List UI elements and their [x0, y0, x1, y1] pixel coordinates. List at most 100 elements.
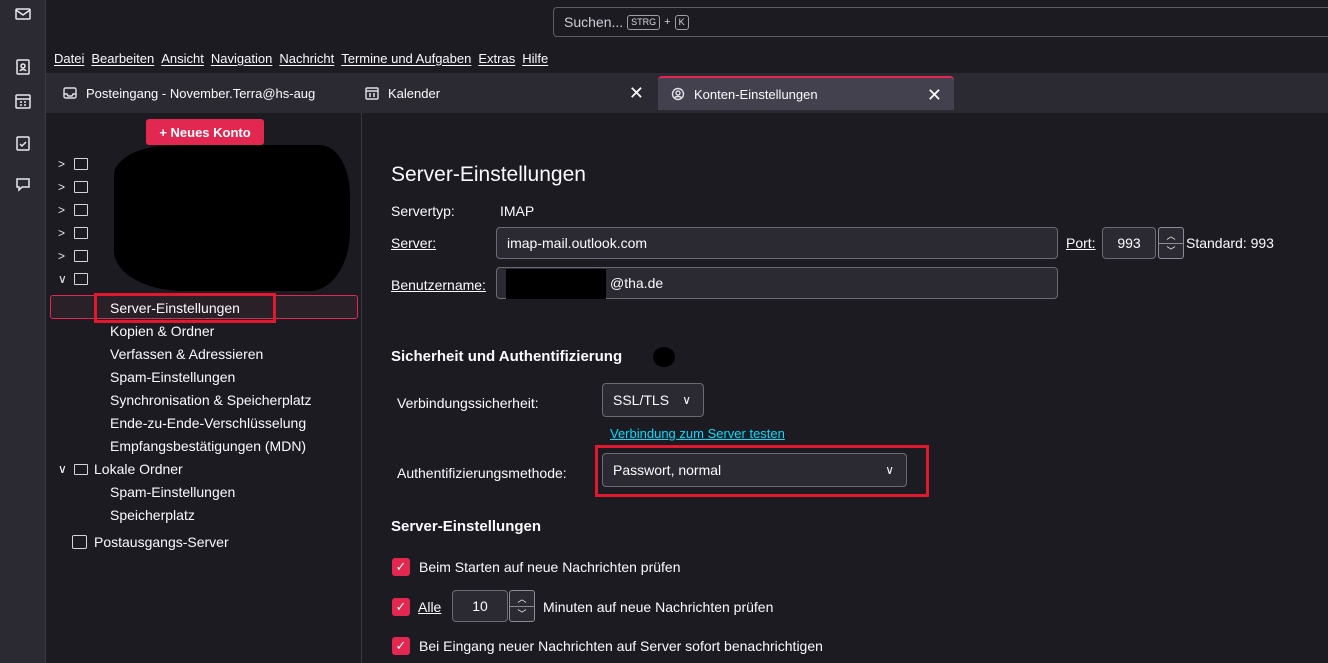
chevron-right-icon: > [58, 180, 66, 194]
account-icon [74, 273, 88, 285]
check-interval-checkbox[interactable]: ✓ [392, 598, 410, 616]
account-row[interactable]: > [58, 154, 88, 174]
chevron-up-icon[interactable]: ︿ [1159, 228, 1183, 244]
menu-nachricht[interactable]: Nachricht [279, 51, 334, 66]
sidebar-item-composition[interactable]: Verfassen & Adressieren [110, 343, 263, 365]
folder-icon [74, 463, 88, 475]
mail-icon[interactable] [9, 0, 37, 28]
test-connection-link[interactable]: Verbindung zum Server testen [610, 426, 785, 441]
chevron-down-icon[interactable]: ﹀ [1159, 244, 1183, 259]
server-settings-heading: Server-Einstellungen [391, 518, 542, 535]
tab-account-settings[interactable]: Konten-Einstellungen ✕ [658, 76, 954, 110]
security-heading: Sicherheit und Authentifizierung [391, 348, 623, 365]
server-label: Server: [391, 235, 437, 251]
sidebar-item-sync[interactable]: Synchronisation & Speicherplatz [110, 389, 312, 411]
spaces-toolbar [0, 0, 46, 663]
chevron-right-icon: > [58, 157, 66, 171]
account-tree: + Neues Konto > > > > > ∨ Server-Einstel… [46, 113, 362, 663]
username-label: Benutzername: [391, 277, 486, 293]
menu-navigation[interactable]: Navigation [211, 51, 272, 66]
check-startup-label: Beim Starten auf neue Nachrichten prüfen [419, 559, 681, 575]
calendar-icon [364, 85, 380, 101]
title-bar: Suchen... STRG + K [46, 0, 1328, 43]
annotation-highlight [94, 293, 276, 323]
check-interval-suffix: Minuten auf neue Nachrichten prüfen [543, 599, 774, 615]
chevron-down-icon[interactable]: ﹀ [510, 607, 534, 622]
account-row[interactable]: > [58, 200, 88, 220]
shortcut-key-k: K [674, 14, 689, 30]
outgoing-server-row[interactable]: Postausgangs-Server [72, 531, 229, 553]
annotation-highlight [595, 445, 929, 497]
outgoing-server-label: Postausgangs-Server [94, 534, 229, 550]
menu-hilfe[interactable]: Hilfe [522, 51, 548, 66]
server-type-value: IMAP [500, 203, 535, 219]
server-type-label: Servertyp: [391, 203, 455, 219]
page-title: Server-Einstellungen [391, 163, 586, 186]
menu-termine[interactable]: Termine und Aufgaben [341, 51, 471, 66]
shortcut-key-ctrl: STRG [627, 14, 661, 30]
shortcut-plus: + [664, 16, 671, 28]
chevron-down-icon: ∨ [682, 393, 691, 407]
chat-icon[interactable] [9, 170, 37, 198]
redaction-mark [506, 269, 606, 299]
tab-inbox[interactable]: Posteingang - November.Terra@hs-aug [50, 76, 348, 110]
account-icon [74, 181, 88, 193]
redaction-mark [653, 347, 675, 367]
server-hostname-input[interactable]: imap-mail.outlook.com [496, 227, 1058, 259]
outgoing-server-icon [72, 535, 87, 549]
redaction-mark [114, 145, 350, 291]
port-stepper[interactable]: ︿ ﹀ [1158, 227, 1184, 259]
check-interval-input[interactable]: 10 [452, 590, 508, 622]
connection-security-value: SSL/TLS [613, 392, 670, 408]
sidebar-item-local-junk[interactable]: Spam-Einstellungen [110, 481, 235, 503]
tab-bar: Posteingang - November.Terra@hs-aug Kale… [46, 73, 1328, 113]
auth-method-label: Authentifizierungsmethode: [397, 465, 567, 481]
account-icon [74, 204, 88, 216]
sidebar-item-mdn[interactable]: Empfangsbestätigungen (MDN) [110, 435, 306, 457]
check-startup-checkbox[interactable]: ✓ [392, 558, 410, 576]
chevron-down-icon: ∨ [58, 462, 67, 476]
account-row[interactable]: > [58, 177, 88, 197]
chevron-right-icon: > [58, 249, 66, 263]
account-row[interactable]: > [58, 246, 88, 266]
account-icon [74, 227, 88, 239]
menu-ansicht[interactable]: Ansicht [161, 51, 204, 66]
check-interval-label: Alle [418, 599, 442, 615]
menu-datei[interactable]: Datei [54, 51, 84, 66]
tasks-icon[interactable] [9, 129, 37, 157]
port-default: Standard: 993 [1186, 235, 1274, 251]
chevron-down-icon: ∨ [58, 272, 67, 286]
tab-calendar[interactable]: Kalender ✕ [352, 76, 656, 110]
connection-security-label: Verbindungssicherheit: [397, 395, 539, 411]
search-placeholder: Suchen... [564, 14, 624, 30]
check-interval-stepper[interactable]: ︿ ﹀ [509, 590, 535, 622]
sidebar-item-e2e[interactable]: Ende-zu-Ende-Verschlüsselung [110, 412, 306, 434]
port-input[interactable]: 993 [1102, 227, 1156, 259]
calendar-icon[interactable] [9, 87, 37, 115]
sidebar-item-local-storage[interactable]: Speicherplatz [110, 504, 195, 526]
search-input[interactable]: Suchen... STRG + K [553, 7, 1328, 37]
menu-bearbeiten[interactable]: Bearbeiten [91, 51, 154, 66]
account-row[interactable]: > [58, 223, 88, 243]
local-folders-row[interactable]: ∨ Lokale Ordner [58, 458, 183, 480]
menu-extras[interactable]: Extras [478, 51, 515, 66]
address-book-icon[interactable] [9, 53, 37, 81]
port-label: Port: [1066, 235, 1096, 251]
chevron-up-icon[interactable]: ︿ [510, 591, 534, 607]
close-icon[interactable]: ✕ [629, 84, 644, 102]
notify-label: Bei Eingang neuer Nachrichten auf Server… [419, 638, 823, 654]
chevron-right-icon: > [58, 226, 66, 240]
tab-label: Kalender [388, 85, 441, 101]
tab-label: Posteingang - November.Terra@hs-aug [86, 85, 316, 101]
sidebar-item-junk[interactable]: Spam-Einstellungen [110, 366, 235, 388]
new-account-button[interactable]: + Neues Konto [146, 119, 264, 145]
chevron-right-icon: > [58, 203, 66, 217]
account-icon [74, 158, 88, 170]
close-icon[interactable]: ✕ [927, 86, 942, 104]
connection-security-select[interactable]: SSL/TLS ∨ [602, 383, 704, 417]
sidebar-item-copies-folders[interactable]: Kopien & Ordner [110, 320, 214, 342]
notify-checkbox[interactable]: ✓ [392, 637, 410, 655]
inbox-icon [62, 85, 78, 101]
tab-label: Konten-Einstellungen [694, 86, 818, 102]
account-row-expanded[interactable]: ∨ [58, 269, 88, 289]
